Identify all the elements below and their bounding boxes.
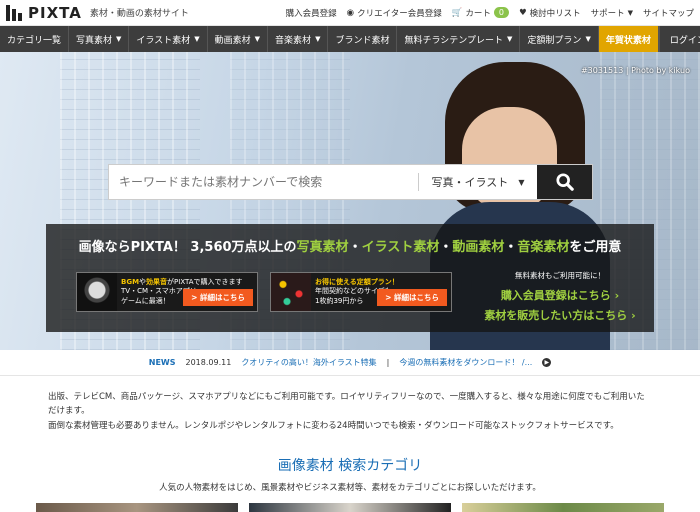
nav-photos[interactable]: 写真素材 ▼ xyxy=(69,26,130,52)
news-label: NEWS xyxy=(148,358,176,367)
nav-free-flyer[interactable]: 無料チラシテンプレート ▼ xyxy=(397,26,521,52)
nav-subscription[interactable]: 定額制プラン ▼ xyxy=(520,26,599,52)
main-nav: カテゴリ一覧 写真素材 ▼ イラスト素材 ▼ 動画素材 ▼ 音楽素材 ▼ ブランド素材 … xyxy=(0,26,700,52)
music-link[interactable]: 音楽素材 xyxy=(517,240,569,255)
category-section-title: 画像素材 検索カテゴリ xyxy=(277,458,423,475)
logo-mark-icon xyxy=(6,4,24,21)
news-bar: NEWS 2018.09.11 クオリティの高い！海外イラスト特集 | 今週の無… xyxy=(0,350,700,376)
caret-down-icon: ▼ xyxy=(315,35,321,43)
news-next-icon[interactable]: ▶ xyxy=(542,358,552,367)
news-separator: | xyxy=(386,358,390,367)
music-details-button[interactable]: > 詳細はこちら xyxy=(183,289,253,306)
search-button[interactable] xyxy=(537,165,592,199)
nav-new-year-cards[interactable]: 年賀状素材 xyxy=(598,26,659,52)
pixta-logo[interactable]: PIXTA xyxy=(6,4,82,22)
search-bar: 写真・イラスト ▼ xyxy=(108,164,593,200)
plan-details-button[interactable]: > 詳細はこちら xyxy=(377,289,447,306)
logo-text: PIXTA xyxy=(28,3,82,22)
caret-down-icon: ▼ xyxy=(507,35,513,43)
camera-icon: ◉ xyxy=(346,7,355,18)
category-tile-people[interactable] xyxy=(36,503,238,512)
category-tile-nature[interactable] xyxy=(462,503,664,512)
buyer-register-link[interactable]: 購入会員登録 xyxy=(286,7,337,19)
illust-link[interactable]: イラスト素材 xyxy=(362,240,440,255)
category-tiles xyxy=(0,493,700,512)
news-link-2[interactable]: 今週の無料素材をダウンロード！ /... xyxy=(399,357,532,368)
cart-link[interactable]: 🛒 カート 0 xyxy=(452,7,509,19)
top-header: PIXTA 素材・動画の素材サイト 購入会員登録 ◉ クリエイター会員登録 🛒 カー… xyxy=(0,0,700,26)
news-link-1[interactable]: クオリティの高い！海外イラスト特集 xyxy=(241,357,376,368)
promo-panel: 画像ならPIXTA！ 3,560万点以上の写真素材・イラスト素材・動画素材・音楽… xyxy=(46,224,654,332)
free-material-note: 無料素材もご利用可能に！ xyxy=(515,271,605,280)
seller-signup-link[interactable]: 素材を販売したい方はこちら › xyxy=(466,307,654,323)
login-link[interactable]: ログイン xyxy=(658,26,700,52)
caret-down-icon: ▼ xyxy=(518,177,525,187)
nav-music[interactable]: 音楽素材 ▼ xyxy=(268,26,329,52)
category-tile-business[interactable] xyxy=(249,503,451,512)
creator-register-link[interactable]: ◉ クリエイター会員登録 xyxy=(347,7,442,19)
promo-signup: 無料素材もご利用可能に！ 購入会員登録はこちら › 素材を販売したい方はこちら … xyxy=(466,270,654,327)
caret-down-icon: ▼ xyxy=(194,35,200,43)
caret-down-icon: ▼ xyxy=(585,35,591,43)
nav-illustrations[interactable]: イラスト素材 ▼ xyxy=(129,26,208,52)
promo-headline: 画像ならPIXTA！ 3,560万点以上の写真素材・イラスト素材・動画素材・音楽… xyxy=(78,240,622,255)
headphones-thumb xyxy=(77,273,117,311)
support-menu[interactable]: サポート ▼ xyxy=(591,7,633,19)
heart-icon: ♥ xyxy=(518,7,527,18)
caret-down-icon: ▼ xyxy=(116,35,122,43)
top-links: 購入会員登録 ◉ クリエイター会員登録 🛒 カート 0 ♥ 検討中リスト サポート ▼ サ… xyxy=(286,7,694,19)
photo-credit: #3031513 | Photo by kikuo xyxy=(580,66,690,75)
caret-down-icon: ▼ xyxy=(627,8,633,17)
cart-count-badge: 0 xyxy=(493,7,509,18)
search-input[interactable] xyxy=(109,165,418,199)
confetti-thumb xyxy=(271,273,311,311)
photo-link[interactable]: 写真素材 xyxy=(297,240,349,255)
nav-categories[interactable]: カテゴリ一覧 xyxy=(0,26,70,52)
nav-brand[interactable]: ブランド素材 xyxy=(328,26,398,52)
tagline: 素材・動画の素材サイト xyxy=(89,9,189,19)
search-icon xyxy=(555,173,574,191)
search-type-select[interactable]: 写真・イラスト ▼ xyxy=(419,165,537,199)
caret-down-icon: ▼ xyxy=(254,35,261,43)
favorites-link[interactable]: ♥ 検討中リスト xyxy=(519,7,581,19)
video-link[interactable]: 動画素材 xyxy=(452,240,504,255)
sitemap-link[interactable]: サイトマップ xyxy=(643,7,694,19)
buyer-signup-link[interactable]: 購入会員登録はこちら › xyxy=(466,287,654,303)
hero-banner: #3031513 | Photo by kikuo 写真・イラスト ▼ 画像なら… xyxy=(0,52,700,350)
promo-card-plan[interactable]: お得に使える定額プラン！ 年間契約などのサイズも 1枚約39円から > 詳細はこ… xyxy=(270,272,452,312)
promo-card-music[interactable]: BGMや効果音がPIXTAで購入できます TV・CM・スマホアプリ・ ゲームに最… xyxy=(76,272,258,312)
cart-icon: 🛒 xyxy=(451,7,463,18)
news-date: 2018.09.11 xyxy=(185,358,232,367)
category-section-subtitle: 人気の人物素材をはじめ、風景素材やビジネス素材等、素材をカテゴリごとにお探しいた… xyxy=(159,483,541,494)
intro-text: 出版、テレビCM、商品パッケージ、スマホアプリなどにもご利用可能です。ロイヤリテ… xyxy=(48,392,645,431)
nav-video[interactable]: 動画素材 ▼ xyxy=(208,26,269,52)
